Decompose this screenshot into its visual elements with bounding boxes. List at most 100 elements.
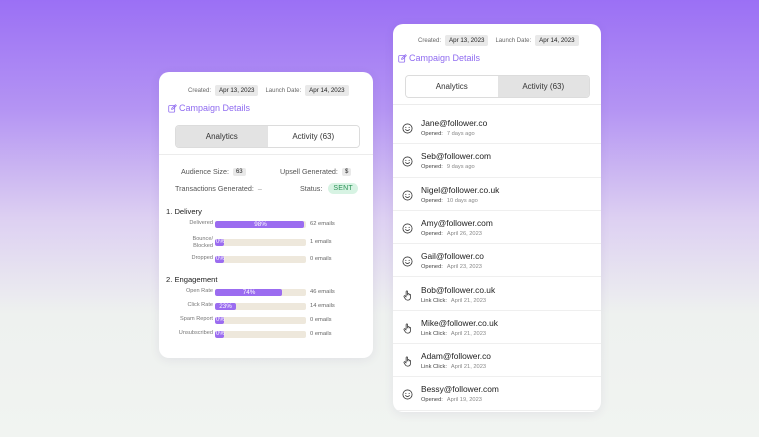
activity-detail: Link Click: April 21, 2023: [421, 331, 486, 337]
campaign-details-link[interactable]: Campaign Details: [168, 103, 250, 113]
tab-activity[interactable]: Activity (63): [267, 126, 359, 147]
created-date: Apr 13, 2023: [215, 85, 259, 96]
activity-row[interactable]: Jane@follower.co Opened: 7 days ago: [393, 111, 601, 145]
campaign-analytics-card: Created: Apr 13, 2023 Launch Date: Apr 1…: [159, 72, 373, 358]
activity-row[interactable]: Bob@follower.co.uk Link Click: April 21, 2…: [393, 278, 601, 311]
metric-spam-report: Spam Report 0% 0 emails: [165, 316, 365, 326]
campaign-activity-card: Created: Apr 13, 2023 Launch Date: Apr 1…: [393, 24, 601, 412]
activity-time: 10 days ago: [446, 197, 478, 204]
audience-size-label: Audience Size:: [181, 167, 229, 176]
activity-action: Link Click:: [421, 297, 447, 304]
activity-action: Link Click:: [421, 364, 447, 371]
launch-date: Apr 14, 2023: [305, 85, 349, 96]
campaign-status: Status: SENT: [300, 183, 358, 194]
status-label: Status:: [300, 184, 323, 193]
email-count: 0 emails: [310, 331, 332, 337]
activity-email: Seb@follower.com: [421, 151, 491, 162]
activity-action: Opened:: [421, 164, 443, 171]
engagement-section-title: 2. Engagement: [166, 275, 218, 284]
delivery-section-title: 1. Delivery: [166, 207, 202, 216]
edit-icon: [168, 103, 177, 113]
activity-time: April 21, 2023: [450, 364, 487, 371]
activity-email: Mike@follower.co.uk: [421, 317, 498, 328]
email-count: 0 emails: [310, 317, 332, 323]
metric-label: Spam Report: [180, 316, 213, 322]
progress-percent: 23%: [219, 303, 232, 310]
progress-percent: 0%: [216, 256, 225, 262]
activity-detail: Opened: 10 days ago: [421, 198, 478, 204]
activity-detail: Opened: April 23, 2023: [421, 264, 482, 270]
activity-detail: Opened: April 26, 2023: [421, 231, 482, 237]
progress-track: 0%: [215, 331, 306, 338]
upsell-label: Upsell Generated:: [280, 167, 338, 176]
activity-row[interactable]: Amy@follower.com Opened: April 26, 2023: [393, 211, 601, 245]
activity-time: April 26, 2023: [446, 230, 482, 237]
upsell-generated: Upsell Generated: $: [280, 167, 352, 176]
activity-email: Nigel@follower.co.uk: [421, 184, 500, 195]
transactions-value: –: [257, 184, 262, 193]
activity-email: Jane@follower.co: [421, 118, 488, 128]
launch-date-label: Launch Date:: [495, 37, 532, 44]
email-count: 0 emails: [310, 256, 332, 262]
metric-label: Bounce/ Blocked: [192, 236, 213, 249]
progress-track: 0%: [215, 239, 306, 246]
tab-activity[interactable]: Activity (63): [497, 76, 589, 97]
email-count: 62 emails: [310, 221, 335, 227]
tab-analytics[interactable]: Analytics: [406, 76, 498, 97]
activity-detail: Opened: April 19, 2023: [421, 397, 482, 403]
upsell-value: $: [341, 167, 352, 176]
activity-time: 7 days ago: [446, 131, 475, 137]
activity-row[interactable]: Gail@follower.co Opened: April 23, 2023: [393, 244, 601, 278]
analytics-tabs: Analytics Activity (63): [175, 125, 360, 148]
status-badge: SENT: [328, 183, 358, 194]
smile-icon: [402, 188, 413, 201]
progress-percent: 0%: [216, 317, 225, 323]
metric-label: Click Rate: [187, 302, 214, 308]
activity-email: Bessy@follower.com: [421, 384, 499, 395]
metric-label-line2: Blocked: [193, 242, 213, 249]
activity-time: April 21, 2023: [450, 330, 487, 337]
activity-action: Opened:: [421, 230, 443, 237]
pointer-icon: [402, 321, 413, 334]
metric-open-rate: Open Rate 74% 46 emails: [165, 288, 365, 298]
audience-size: Audience Size: 63: [181, 167, 246, 176]
progress-percent: 0%: [216, 239, 225, 245]
smile-icon: [402, 154, 413, 167]
pointer-icon: [402, 288, 413, 300]
campaign-details-link[interactable]: Campaign Details: [398, 53, 480, 63]
progress-track: 98%: [215, 221, 306, 228]
transactions-label: Transactions Generated:: [175, 184, 254, 193]
launch-date-label: Launch Date:: [265, 87, 302, 94]
metric-delivered: Delivered 98% 62 emails: [165, 220, 365, 230]
metric-label: Dropped: [191, 255, 213, 261]
tab-analytics[interactable]: Analytics: [176, 126, 268, 147]
created-date: Apr 13, 2023: [445, 35, 489, 46]
activity-row[interactable]: Nigel@follower.co.uk Opened: 10 days ago: [393, 178, 601, 211]
transactions-generated: Transactions Generated: –: [175, 184, 262, 193]
metric-dropped: Dropped 0% 0 emails: [165, 255, 365, 265]
smile-icon: [402, 254, 413, 267]
activity-row[interactable]: Adam@follower.co Link Click: April 21, 202…: [393, 344, 601, 378]
email-count: 14 emails: [310, 303, 335, 309]
email-count: 46 emails: [310, 289, 335, 295]
divider: [159, 154, 373, 155]
activity-row[interactable]: Mike@follower.co.uk Link Click: April 21, …: [393, 311, 601, 345]
activity-email: Gail@follower.co: [421, 251, 484, 262]
progress-percent: 74%: [242, 289, 256, 296]
launch-date: Apr 14, 2023: [535, 35, 579, 46]
smile-icon: [402, 121, 413, 134]
progress-track: 74%: [215, 289, 306, 296]
activity-email: Bob@follower.co.uk: [421, 284, 496, 295]
created-label: Created:: [418, 37, 442, 44]
activity-time: 9 days ago: [446, 164, 475, 171]
audience-size-value: 63: [232, 167, 246, 176]
activity-row[interactable]: Seb@follower.com Opened: 9 days ago: [393, 144, 601, 178]
activity-action: Opened:: [421, 264, 443, 271]
pointer-icon: [402, 354, 413, 367]
activity-row[interactable]: Bessy@follower.com Opened: April 19, 2023: [393, 377, 601, 411]
activity-action: Link Click:: [421, 330, 447, 337]
activity-action: Opened:: [421, 197, 443, 204]
activity-email: Adam@follower.co: [421, 351, 491, 362]
campaign-dates: Created: Apr 13, 2023 Launch Date: Apr 1…: [418, 35, 586, 46]
progress-track: 0%: [215, 256, 306, 263]
